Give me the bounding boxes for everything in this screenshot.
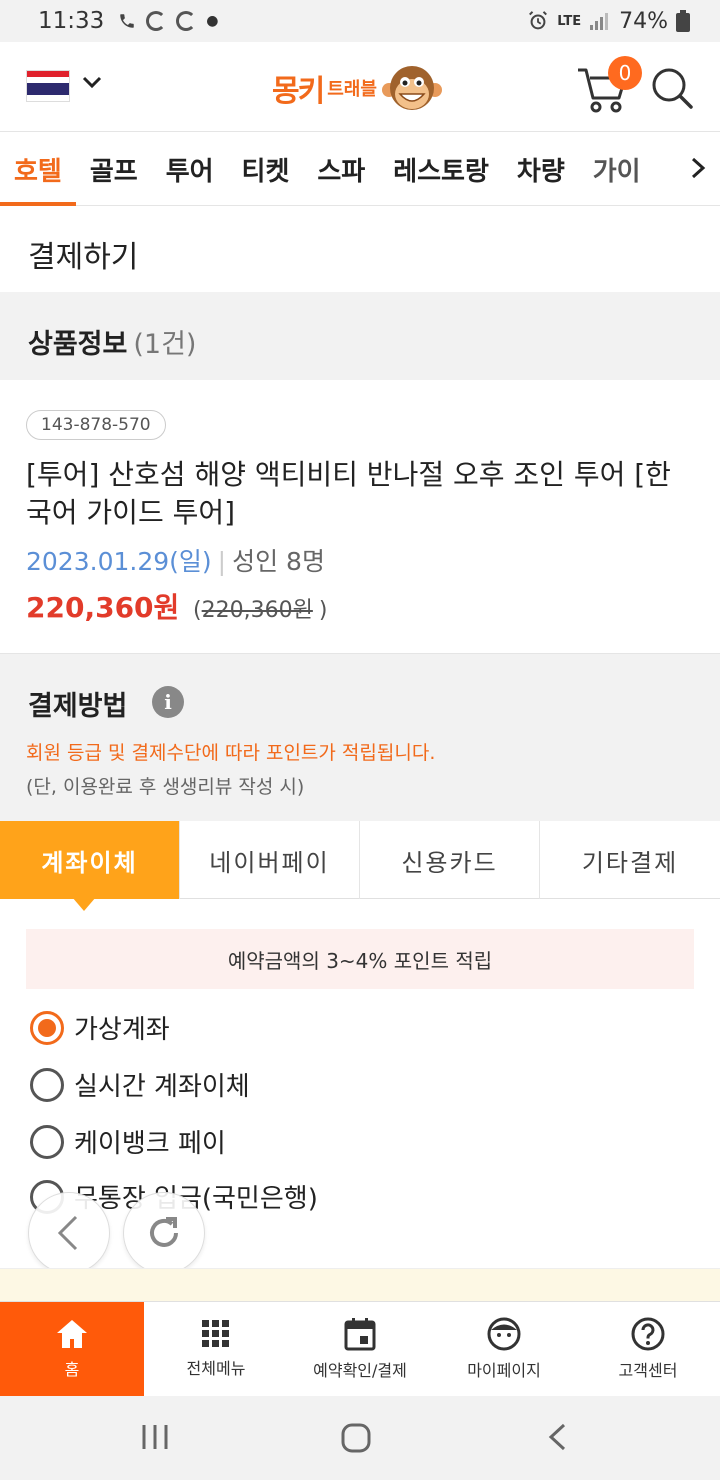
- nav-all-menu[interactable]: 전체메뉴: [144, 1302, 288, 1396]
- calendar-icon: [344, 1318, 376, 1351]
- google-icon: [176, 11, 197, 31]
- search-icon[interactable]: [650, 66, 694, 110]
- bottom-nav: 홈 전체메뉴 예약확인/결제 마이페이지 고객센터: [0, 1301, 720, 1396]
- screen: 11:33 ● LTE 74% 몽키 트래블 0 호텔 골프 투어 티켓 스파 …: [0, 0, 720, 1480]
- product-date: 2023.01.29(일): [26, 547, 212, 576]
- payment-method-tabs: 계좌이체 네이버페이 신용카드 기타결제: [0, 821, 720, 899]
- status-time: 11:33: [38, 8, 105, 34]
- tab-golf[interactable]: 골프: [76, 133, 152, 206]
- radio-icon[interactable]: [30, 1124, 64, 1159]
- nav-label: 전체메뉴: [186, 1359, 246, 1378]
- payment-subnote: (단, 이용완료 후 생생리뷰 작성 시): [26, 776, 305, 798]
- grid-icon: [202, 1320, 229, 1347]
- back-nav-icon[interactable]: [546, 1422, 570, 1452]
- tab-other-payment[interactable]: 기타결제: [540, 821, 720, 899]
- original-price: (220,360원): [193, 598, 328, 623]
- meta-separator: |: [217, 547, 227, 576]
- nav-label: 마이페이지: [467, 1361, 541, 1380]
- product-meta: 2023.01.29(일) | 성인 8명: [26, 542, 325, 578]
- product-code-badge: 143-878-570: [26, 410, 166, 440]
- nav-label: 고객센터: [618, 1361, 678, 1380]
- option-label: 실시간 계좌이체: [74, 1072, 250, 1102]
- logo-text: 몽키: [272, 74, 325, 109]
- tab-guide[interactable]: 가이: [579, 133, 655, 206]
- nav-home[interactable]: 홈: [0, 1302, 144, 1396]
- tab-credit-card[interactable]: 신용카드: [360, 821, 540, 899]
- info-icon[interactable]: i: [152, 686, 184, 718]
- face-icon: [487, 1317, 521, 1351]
- chevron-left-icon: [57, 1215, 78, 1251]
- home-icon: [57, 1320, 87, 1348]
- tab-spa[interactable]: 스파: [303, 133, 379, 206]
- nav-label: 홈: [64, 1360, 80, 1379]
- nav-customer-center[interactable]: 고객센터: [576, 1302, 720, 1396]
- product-section-title: 상품정보 (1건): [28, 329, 197, 360]
- product-people: 성인 8명: [232, 547, 325, 576]
- option-label: 가상계좌: [74, 1015, 170, 1045]
- tab-hotel[interactable]: 호텔: [0, 133, 76, 206]
- payment-note: 회원 등급 및 결제수단에 따라 포인트가 적립됩니다.: [26, 742, 436, 764]
- page-title: 결제하기: [28, 240, 139, 275]
- nav-label: 예약확인/결제: [313, 1361, 407, 1380]
- signal-icon: [590, 13, 609, 30]
- option-kbank-pay[interactable]: 케이뱅크 페이: [30, 1123, 226, 1160]
- tab-vehicle[interactable]: 차량: [503, 133, 579, 206]
- option-label: 케이뱅크 페이: [74, 1129, 226, 1159]
- monkey-mascot-icon: [381, 66, 442, 110]
- chevron-down-icon[interactable]: [82, 72, 102, 92]
- sale-price: 220,360원: [26, 591, 180, 624]
- battery-icon: [676, 10, 690, 32]
- chevron-right-icon[interactable]: [690, 157, 706, 179]
- tab-ticket[interactable]: 티켓: [228, 133, 304, 206]
- refresh-icon: [150, 1217, 178, 1247]
- banner-strip: [0, 1268, 720, 1302]
- recent-apps-icon[interactable]: [140, 1422, 170, 1452]
- product-price: 220,360원 (220,360원): [26, 586, 327, 626]
- cart-count-badge: 0: [608, 56, 642, 90]
- radio-checked-icon[interactable]: [30, 1010, 64, 1045]
- option-realtime-transfer[interactable]: 실시간 계좌이체: [30, 1066, 250, 1103]
- active-tab-pointer: [72, 897, 96, 911]
- radio-icon[interactable]: [30, 1067, 64, 1102]
- nav-mypage[interactable]: 마이페이지: [432, 1302, 576, 1396]
- status-bar: 11:33 ● LTE 74%: [0, 0, 720, 42]
- logo-sub: 트래블: [327, 79, 377, 100]
- thailand-flag-icon[interactable]: [26, 70, 70, 102]
- alarm-icon: [529, 11, 548, 30]
- nav-reservation[interactable]: 예약확인/결제: [288, 1302, 432, 1396]
- phone-icon: [120, 14, 135, 28]
- dot-icon: ●: [206, 13, 219, 29]
- network-type: LTE: [557, 13, 582, 29]
- product-name: [투어] 산호섬 해양 액티비티 반나절 오후 조인 투어 [한국어 가이드 투…: [26, 458, 671, 529]
- option-virtual-account[interactable]: 가상계좌: [30, 1009, 170, 1046]
- home-button-icon[interactable]: [340, 1422, 372, 1454]
- tab-naver-pay[interactable]: 네이버페이: [180, 821, 360, 899]
- tab-tour[interactable]: 투어: [152, 133, 228, 206]
- tab-bank-transfer[interactable]: 계좌이체: [0, 821, 180, 899]
- refresh-button[interactable]: [123, 1192, 205, 1274]
- app-header: 몽키 트래블 0: [0, 42, 720, 132]
- battery-percent: 74%: [619, 8, 668, 34]
- tab-restaurant[interactable]: 레스토랑: [379, 133, 503, 206]
- google-icon: [146, 11, 167, 31]
- point-banner: 예약금액의 3~4% 포인트 적립: [26, 929, 694, 989]
- help-icon: [631, 1317, 665, 1351]
- system-nav-bar: [0, 1396, 720, 1480]
- back-button[interactable]: [28, 1192, 110, 1274]
- payment-title: 결제방법: [28, 691, 128, 722]
- logo[interactable]: 몽키 트래블: [272, 56, 452, 120]
- product-count: (1건): [133, 329, 197, 360]
- category-tabs: 호텔 골프 투어 티켓 스파 레스토랑 차량 가이: [0, 133, 720, 206]
